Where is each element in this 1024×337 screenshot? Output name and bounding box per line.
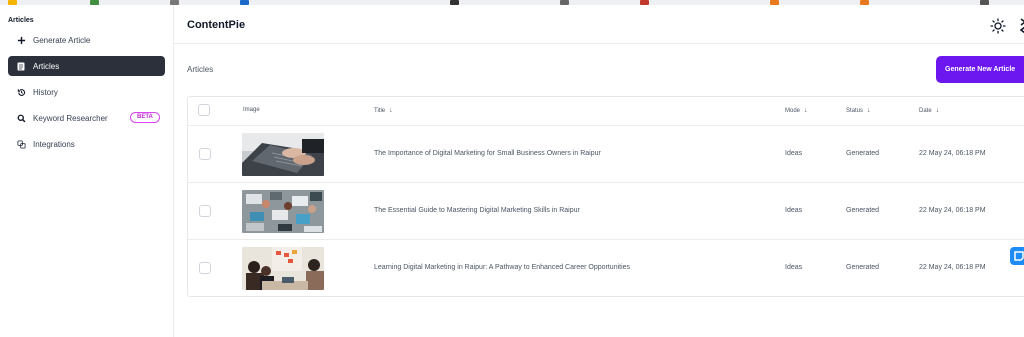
column-header-image: Image <box>243 107 260 113</box>
article-mode: Ideas <box>785 264 803 271</box>
article-thumbnail <box>242 133 324 176</box>
sidebar-item-integrations[interactable]: Integrations <box>8 134 165 154</box>
article-mode: Ideas <box>785 207 803 214</box>
row-checkbox[interactable] <box>199 262 211 274</box>
sort-arrow-icon: ↓ <box>804 107 808 114</box>
sidebar-item-keyword-researcher[interactable]: Keyword Researcher BETA <box>8 108 165 128</box>
article-date: 22 May 24, 06:18 PM <box>919 264 986 271</box>
table-row[interactable]: Learning Digital Marketing in Raipur: A … <box>188 240 1024 297</box>
article-thumbnail <box>242 190 324 233</box>
search-icon <box>16 113 26 123</box>
table-header: Image Title ↓ Mode ↓ Status ↓ Date ↓ <box>188 97 1024 126</box>
app-brand: ContentPie <box>187 19 246 31</box>
top-header: ContentPie <box>174 5 1024 44</box>
column-header-status[interactable]: Status ↓ <box>846 107 871 114</box>
sidebar-item-label: Generate Article <box>33 35 91 45</box>
table-row[interactable]: The Importance of Digital Marketing for … <box>188 126 1024 183</box>
sidebar-item-label: Integrations <box>33 139 75 149</box>
sidebar-heading: Articles <box>8 17 34 24</box>
generate-new-article-button[interactable]: Generate New Article <box>936 56 1024 83</box>
sidebar-item-articles[interactable]: Articles <box>8 56 165 76</box>
plus-icon <box>16 35 26 45</box>
article-date: 22 May 24, 06:18 PM <box>919 150 986 157</box>
column-header-date[interactable]: Date ↓ <box>919 107 939 114</box>
article-title[interactable]: The Importance of Digital Marketing for … <box>374 150 601 157</box>
history-icon <box>16 87 26 97</box>
beta-badge: BETA <box>130 112 160 123</box>
article-title[interactable]: Learning Digital Marketing in Raipur: A … <box>374 264 630 271</box>
document-icon <box>16 61 26 71</box>
page-title: Articles <box>187 65 214 74</box>
sort-arrow-icon: ↓ <box>389 107 393 114</box>
article-status: Generated <box>846 207 880 214</box>
article-date: 22 May 24, 06:18 PM <box>919 207 986 214</box>
select-all-checkbox[interactable] <box>198 104 210 116</box>
article-status: Generated <box>846 264 880 271</box>
integrations-icon <box>16 139 26 149</box>
column-header-title[interactable]: Title ↓ <box>374 107 393 114</box>
sort-arrow-icon: ↓ <box>935 107 940 114</box>
row-checkbox[interactable] <box>199 148 211 160</box>
article-mode: Ideas <box>785 150 803 157</box>
sidebar-item-label: History <box>33 87 58 97</box>
row-checkbox[interactable] <box>199 205 211 217</box>
articles-table: Image Title ↓ Mode ↓ Status ↓ Date ↓ The… <box>187 96 1024 297</box>
article-thumbnail <box>242 247 324 290</box>
sidebar-item-label: Articles <box>33 61 60 71</box>
article-title[interactable]: The Essential Guide to Mastering Digital… <box>374 207 580 214</box>
sidebar-item-generate-article[interactable]: Generate Article <box>8 30 165 50</box>
user-menu-icon[interactable] <box>1019 17 1024 35</box>
sidebar-item-label: Keyword Researcher <box>33 113 108 123</box>
table-row[interactable]: The Essential Guide to Mastering Digital… <box>188 183 1024 240</box>
sort-arrow-icon: ↓ <box>867 107 871 114</box>
sidebar-item-history[interactable]: History <box>8 82 165 102</box>
chat-widget-button[interactable] <box>1010 247 1024 265</box>
article-status: Generated <box>846 150 880 157</box>
sun-icon[interactable] <box>990 18 1006 34</box>
column-header-mode[interactable]: Mode ↓ <box>785 107 808 114</box>
sidebar: Articles Generate Article Articles Histo… <box>0 5 174 337</box>
